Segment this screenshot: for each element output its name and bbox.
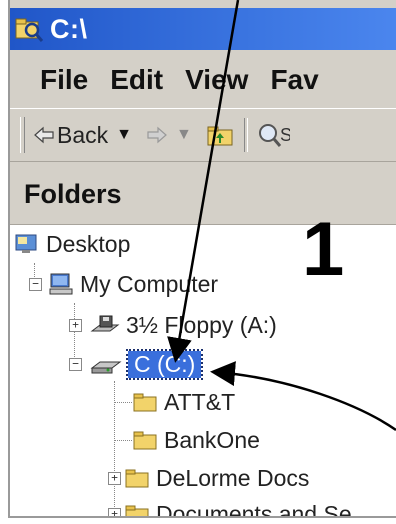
tree-item-folder[interactable]: BankOne [132,423,260,457]
menu-view[interactable]: View [185,64,248,96]
tree-label-floppy: 3½ Floppy (A:) [126,311,277,338]
folder-icon [125,505,149,516]
expand-icon[interactable]: + [69,319,82,332]
tree-item-desktop[interactable]: Desktop [14,227,130,261]
tree-label-c-drive: C (C:) [125,348,204,380]
tree-label-folder: ATT&T [164,388,236,415]
tree-label-folder: DeLorme Docs [156,464,310,491]
folder-icon [133,393,157,412]
toolbar-grip[interactable] [20,117,25,153]
tree-item-folder[interactable]: ATT&T [132,385,235,419]
menu-edit[interactable]: Edit [110,64,163,96]
menu-bar: File Edit View Fav [10,52,396,109]
up-folder-button[interactable] [206,123,234,147]
toolbar-separator [243,118,248,152]
expand-icon[interactable]: + [108,472,121,485]
expand-icon[interactable]: + [108,508,121,516]
tree-item-c-drive[interactable]: C (C:) [90,347,204,381]
back-dropdown-icon[interactable]: ▼ [116,126,132,144]
tree-label-my-computer: My Computer [80,270,219,297]
collapse-icon[interactable]: − [29,278,42,291]
explorer-icon [15,18,44,42]
tree-label-folder: BankOne [164,426,260,453]
desktop-icon [15,234,37,253]
tree-label-folder: Documents and Se [156,500,352,518]
tree-connector [74,303,75,363]
toolbar: Back ▼ ▼ S [10,108,396,162]
search-icon: S [258,124,290,147]
svg-text:S: S [280,125,290,145]
tree-connector [114,402,132,403]
tree-item-folder[interactable]: Documents and Se [124,497,352,518]
tree-label-desktop: Desktop [46,230,131,257]
floppy-icon [90,315,120,332]
collapse-icon[interactable]: − [69,358,82,371]
back-label: Back [57,121,109,148]
title-bar[interactable]: C:\ [10,8,396,50]
drive-icon [90,361,122,374]
tree-connector [114,440,132,441]
window-title: C:\ [50,13,88,44]
computer-icon [49,273,73,295]
up-folder-icon [207,126,233,146]
forward-button[interactable]: ▼ [146,126,192,144]
back-button[interactable]: Back ▼ [33,122,132,149]
tree-item-folder[interactable]: DeLorme Docs [124,461,309,495]
folder-icon [125,469,149,488]
folders-title: Folders [24,178,122,209]
forward-dropdown-icon: ▼ [175,126,192,143]
annotation-number: 1 [302,207,345,292]
search-button[interactable]: S [256,121,290,149]
tree-item-floppy[interactable]: 3½ Floppy (A:) [90,308,277,342]
menu-favorites[interactable]: Fav [270,64,318,96]
folder-icon [133,431,157,450]
forward-arrow-icon [147,126,167,144]
menu-file[interactable]: File [40,64,88,96]
tree-item-my-computer[interactable]: My Computer [48,267,218,301]
back-arrow-icon [34,126,54,144]
